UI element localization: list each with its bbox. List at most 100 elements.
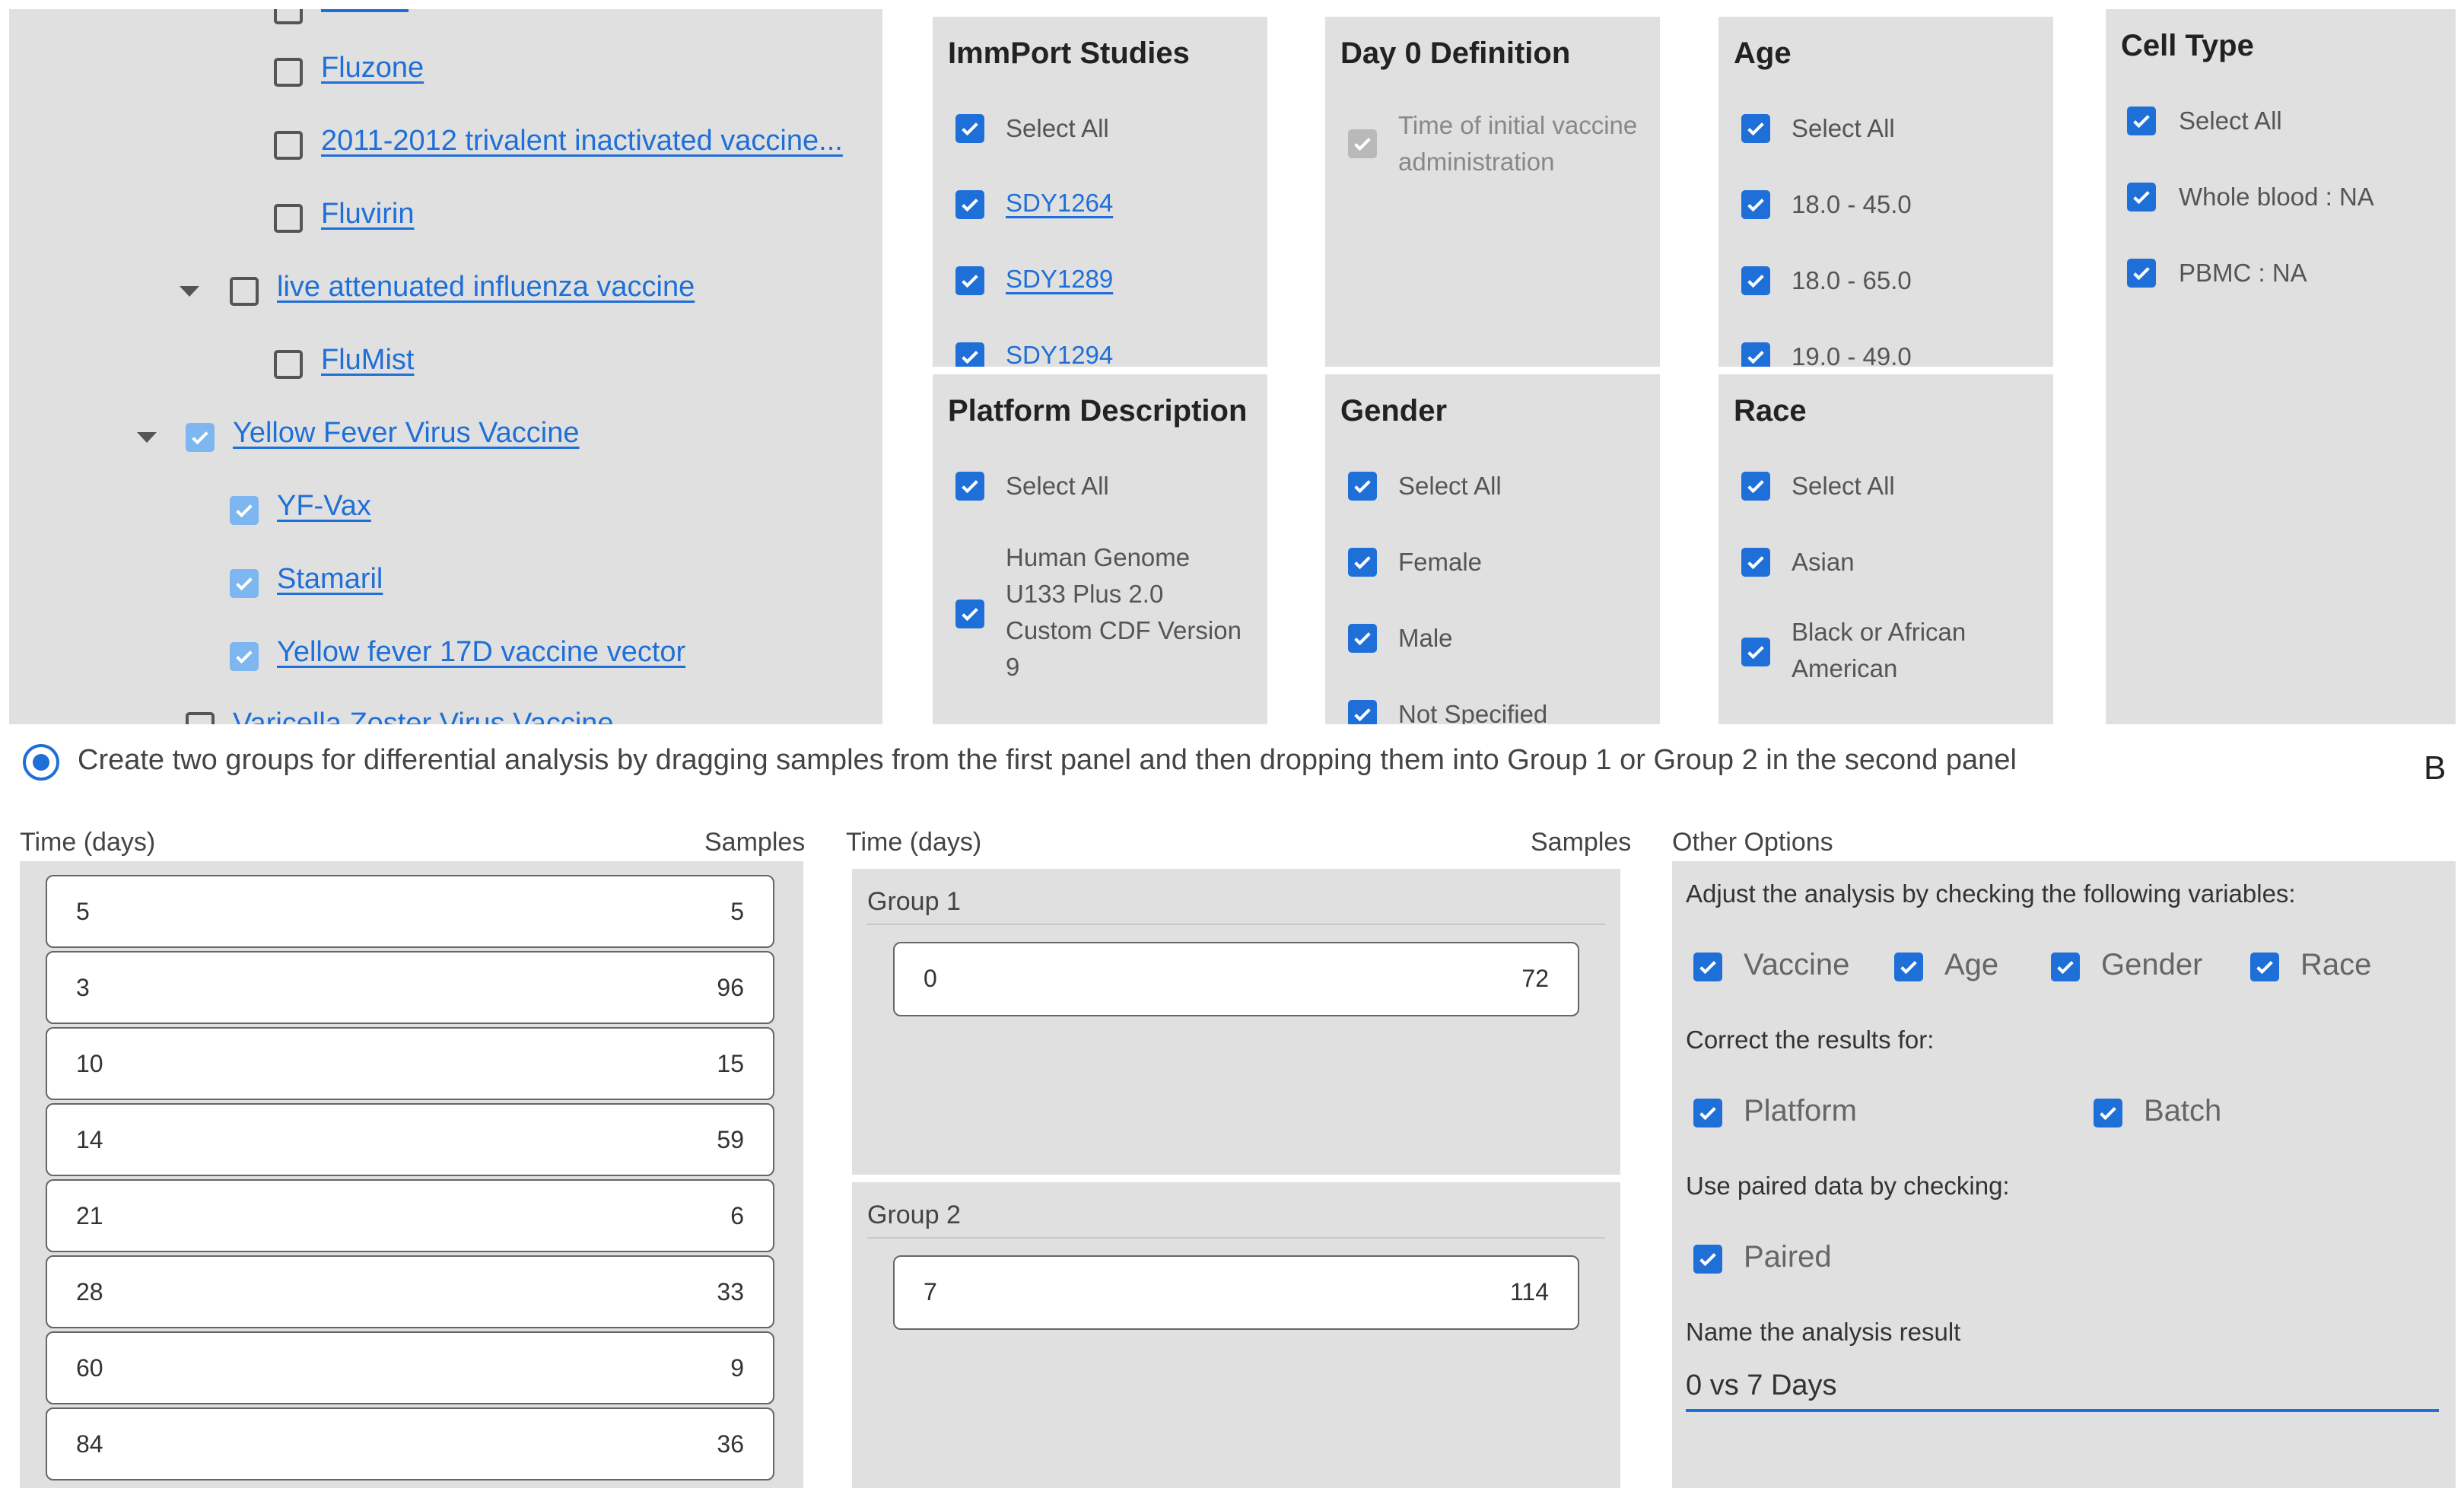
group1-dropzone[interactable]: Group 1 0 72 [852,869,1620,1175]
group2-dropzone[interactable]: Group 2 7 114 [852,1182,1620,1488]
adjust-race-label: Race [2300,948,2372,981]
study-sdy1289-checkbox[interactable] [955,266,984,295]
gender-not-specified-checkbox[interactable] [1348,700,1377,724]
adjust-vaccine-checkbox[interactable] [1693,953,1722,981]
study-sdy1264-checkbox[interactable] [955,190,984,219]
correct-batch-checkbox[interactable] [2094,1099,2122,1127]
study-sdy1264-link[interactable]: SDY1264 [1006,189,1113,218]
gender-female-checkbox[interactable] [1348,548,1377,577]
age-range-3-checkbox[interactable] [1741,342,1770,367]
adjust-race-checkbox[interactable] [2250,953,2279,981]
celltype-pbmc-label: PBMC : NA [2179,259,2307,287]
tree-item-yf-vax[interactable]: YF-Vax [277,490,371,523]
timepoint-row[interactable]: 14 59 [46,1103,774,1176]
expand-triangle-icon[interactable] [180,286,199,297]
tree-checkbox-yf-vax[interactable] [230,496,259,525]
check-icon [192,431,208,445]
day0-checkbox [1348,129,1377,158]
cell-type-panel[interactable]: Cell Type Select All Whole blood : NA PB… [2106,9,2456,724]
timepoint-row[interactable]: 60 9 [46,1331,774,1404]
immport-studies-panel[interactable]: ImmPort Studies Select All SDY1264 SDY12… [933,17,1267,367]
study-sdy1289-link[interactable]: SDY1289 [1006,265,1113,294]
paired-checkbox[interactable] [1693,1245,1722,1274]
check-icon [1747,646,1764,660]
tree-checkbox-flumist[interactable] [274,350,303,379]
tree-item-trivalent[interactable]: 2011-2012 trivalent inactivated vaccine.… [321,125,843,157]
other-options-title: Other Options [1672,828,1833,857]
instruction-radio[interactable] [23,744,59,781]
adjust-age-label: Age [1944,948,1999,981]
age-select-all-checkbox[interactable] [1741,114,1770,143]
correct-label: Correct the results for: [1686,1026,1935,1054]
check-icon [1354,556,1371,570]
timepoint-row[interactable]: 21 6 [46,1179,774,1252]
correct-platform-checkbox[interactable] [1693,1099,1722,1127]
tree-item-flumist[interactable]: FluMist [321,344,414,377]
tree-checkbox-17d[interactable] [230,642,259,671]
platform-description-panel[interactable]: Platform Description Select All Human Ge… [933,374,1267,724]
tree-checkbox-fluvirin[interactable] [274,204,303,233]
tree-checkbox-top-partial[interactable] [274,9,303,24]
race-select-all-checkbox[interactable] [1741,472,1770,501]
vaccine-tree-panel[interactable]: Fluzone 2011-2012 trivalent inactivated … [9,9,882,724]
tree-link-top-partial[interactable] [321,9,409,12]
tree-item-fluzone[interactable]: Fluzone [321,52,424,84]
celltype-whole-blood-checkbox[interactable] [2127,183,2156,212]
timepoint-row[interactable]: 3 96 [46,951,774,1024]
check-icon [2133,267,2150,281]
timepoint-row[interactable]: 28 33 [46,1255,774,1328]
race-asian-checkbox[interactable] [1741,548,1770,577]
timepoint-row[interactable]: 55 [46,875,774,948]
studies-select-all-checkbox[interactable] [955,114,984,143]
group2-item[interactable]: 7 114 [893,1255,1579,1330]
age-range-2-checkbox[interactable] [1741,266,1770,295]
race-panel[interactable]: Race Select All Asian Black or African A… [1718,374,2053,724]
expand-triangle-icon[interactable] [137,432,157,443]
tree-checkbox-varicella[interactable] [186,712,215,724]
celltype-pbmc-checkbox[interactable] [2127,259,2156,288]
age-panel[interactable]: Age Select All 18.0 - 45.0 18.0 - 65.0 1… [1718,17,2053,367]
check-icon [1354,708,1371,722]
gender-male-label: Male [1398,624,1453,652]
tree-item-fluvirin[interactable]: Fluvirin [321,198,414,231]
adjust-gender-checkbox[interactable] [2051,953,2080,981]
study-sdy1294-checkbox[interactable] [955,342,984,367]
tree-item-laiv[interactable]: live attenuated influenza vaccine [277,271,695,304]
gender-select-all-label: Select All [1398,472,1502,500]
gender-panel[interactable]: Gender Select All Female Male Not Specif… [1325,374,1660,724]
timepoint-row[interactable]: 84 36 [46,1407,774,1481]
check-icon [236,577,253,591]
race-black-checkbox[interactable] [1741,638,1770,666]
panel-title: ImmPort Studies [948,37,1190,70]
check-icon [1354,138,1371,151]
tree-checkbox-fluzone[interactable] [274,58,303,87]
tree-item-varicella[interactable]: Varicella Zoster Virus Vaccine [233,708,614,724]
gender-male-checkbox[interactable] [1348,624,1377,653]
platform-hgu133-checkbox[interactable] [955,600,984,628]
study-sdy1294-link[interactable]: SDY1294 [1006,341,1113,367]
check-icon [962,608,978,622]
check-icon [1900,961,1917,975]
tree-checkbox-yellow-fever[interactable] [186,423,215,452]
other-options-panel[interactable]: Adjust the analysis by checking the foll… [1672,861,2456,1488]
group1-item[interactable]: 0 72 [893,942,1579,1016]
check-icon [236,650,253,664]
correct-batch-label: Batch [2144,1094,2222,1127]
tree-item-stamaril[interactable]: Stamaril [277,563,383,596]
tree-checkbox-stamaril[interactable] [230,569,259,598]
age-range-1-checkbox[interactable] [1741,190,1770,219]
name-result-input[interactable]: 0 vs 7 Days [1686,1366,2439,1412]
timepoint-row[interactable]: 10 15 [46,1027,774,1100]
adjust-age-checkbox[interactable] [1894,953,1923,981]
timepoints-list[interactable]: 55 3 96 10 15 14 59 21 6 28 33 60 9 84 36 [20,861,803,1488]
day0-definition-panel[interactable]: Day 0 Definition Time of initial vaccine… [1325,17,1660,367]
celltype-select-all-label: Select All [2179,107,2282,135]
tree-item-yellow-fever[interactable]: Yellow Fever Virus Vaccine [233,417,580,450]
tree-checkbox-trivalent[interactable] [274,131,303,160]
tree-checkbox-laiv[interactable] [230,277,259,306]
gender-select-all-checkbox[interactable] [1348,472,1377,501]
celltype-select-all-checkbox[interactable] [2127,107,2156,135]
tree-item-17d[interactable]: Yellow fever 17D vaccine vector [277,636,685,669]
platform-select-all-checkbox[interactable] [955,472,984,501]
gender-not-specified-label: Not Specified [1398,700,1548,724]
